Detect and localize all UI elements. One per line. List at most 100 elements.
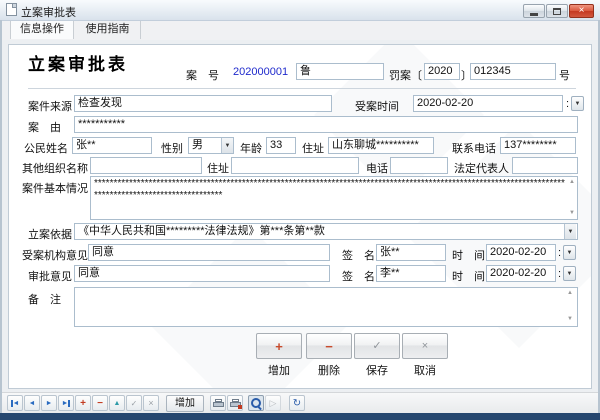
nav-last-button[interactable]: ► <box>58 395 74 411</box>
cause-label: 案 由 <box>28 119 61 135</box>
nav-next-icon: ► <box>46 400 53 407</box>
plus-icon: + <box>80 400 86 407</box>
chevron-down-icon: ▼ <box>567 271 573 277</box>
accept-time-label2: 时 间 <box>452 247 485 263</box>
maximize-icon <box>553 8 561 15</box>
approve-time-label: 时 间 <box>452 268 485 284</box>
chevron-down-icon: ▼ <box>575 101 581 107</box>
nav-first-button[interactable]: ◄ <box>7 395 23 411</box>
maximize-button[interactable] <box>546 4 568 18</box>
add-button-label: 增加 <box>256 362 302 378</box>
tab-user-guide[interactable]: 使用指南 <box>75 20 141 39</box>
add-button[interactable]: + <box>256 333 302 359</box>
check-icon: ✓ <box>372 341 381 352</box>
accept-sign-input[interactable]: 张** <box>376 244 446 261</box>
approve-opinion-input[interactable]: 同意 <box>74 265 330 282</box>
delete-button[interactable]: − <box>306 333 352 359</box>
case-year-input[interactable]: 2020 <box>424 63 460 80</box>
printer-icon <box>213 399 224 408</box>
accept-opinion-label: 受案机构意见 <box>22 247 88 263</box>
chevron-down-icon: ▼ <box>568 229 574 235</box>
case-mid-label: 罚案〔 <box>389 67 422 83</box>
nav-next-button[interactable]: ► <box>41 395 57 411</box>
cancel-button[interactable]: × <box>402 333 448 359</box>
case-no-label: 案 号 <box>186 67 219 83</box>
scroll-down-icon[interactable]: ▼ <box>567 316 573 322</box>
approve-opinion-label: 审批意见 <box>28 268 72 284</box>
scroll-up-icon[interactable]: ▲ <box>567 290 573 296</box>
last-bar-icon <box>68 400 70 407</box>
minus-icon: − <box>97 400 103 407</box>
org-phone-label: 电话 <box>366 160 388 176</box>
plus-icon: + <box>275 340 283 353</box>
printer-body <box>213 402 224 407</box>
nav-prior-icon: ◄ <box>29 400 36 407</box>
tab-info-operations[interactable]: 信息操作 <box>10 20 74 39</box>
toolbar-add-button[interactable]: 增加 <box>166 395 204 412</box>
gender-label: 性别 <box>161 140 183 156</box>
play-button[interactable]: ▷ <box>265 395 281 411</box>
app-icon-fold <box>12 4 16 8</box>
gender-dropdown-button[interactable]: ▼ <box>221 138 233 153</box>
cancel-button-label: 取消 <box>402 362 448 378</box>
magnifier-icon <box>250 397 262 409</box>
accept-opinion-time-colon: : <box>558 247 561 259</box>
address-input[interactable]: 山东聊城********** <box>328 137 434 154</box>
scroll-down-icon[interactable]: ▼ <box>569 210 575 216</box>
approve-opinion-time-input[interactable]: 2020-02-20 <box>486 265 556 282</box>
case-source-input[interactable]: 检查发现 <box>74 95 332 112</box>
edit-record-button[interactable]: ▲ <box>109 395 125 411</box>
org-address-input[interactable] <box>231 157 359 174</box>
accept-time-input[interactable]: 2020-02-20 <box>413 95 563 112</box>
accept-opinion-input[interactable]: 同意 <box>88 244 330 261</box>
nav-prior-button[interactable]: ◄ <box>24 395 40 411</box>
accept-time-label: 受案时间 <box>355 98 399 114</box>
save-button-label: 保存 <box>354 362 400 378</box>
cause-input[interactable]: *********** <box>74 116 578 133</box>
address-label: 住址 <box>302 140 324 156</box>
basic-info-textarea[interactable]: ****************************************… <box>90 176 578 220</box>
cancel-edit-button[interactable]: × <box>143 395 159 411</box>
nav-first-icon: ◄ <box>13 400 20 407</box>
legal-rep-input[interactable] <box>512 157 578 174</box>
case-region-input[interactable]: 鲁 <box>296 63 384 80</box>
age-label: 年龄 <box>240 140 262 156</box>
bottom-toolbar: ◄ ◄ ► ► + − ▲ ✓ × 增加 ▷ ↻ <box>2 392 598 414</box>
org-name-input[interactable] <box>90 157 202 174</box>
save-button[interactable]: ✓ <box>354 333 400 359</box>
filing-basis-dropdown-button[interactable]: ▼ <box>564 224 576 239</box>
delete-record-button[interactable]: − <box>92 395 108 411</box>
org-address-label: 住址 <box>207 160 229 176</box>
header-divider <box>28 88 576 89</box>
form-title: 立案审批表 <box>28 50 128 75</box>
minimize-button[interactable] <box>523 4 545 18</box>
application-window: 立案审批表 × 信息操作 使用指南 立案审批表 案 号 202000001 鲁 … <box>0 0 600 420</box>
org-name-label: 其他组织名称 <box>22 160 88 176</box>
window-border-bottom <box>0 413 600 420</box>
approve-sign-input[interactable]: 李** <box>376 265 446 282</box>
citizen-name-input[interactable]: 张** <box>72 137 152 154</box>
age-input[interactable]: 33 <box>266 137 296 154</box>
org-phone-input[interactable] <box>390 157 448 174</box>
delete-button-label: 删除 <box>306 362 352 378</box>
scroll-up-icon[interactable]: ▲ <box>569 179 575 185</box>
print-preview-button[interactable] <box>248 395 264 411</box>
print-alt-button[interactable] <box>227 395 243 411</box>
accept-opinion-time-dropdown[interactable]: ▼ <box>563 245 576 260</box>
contact-phone-input[interactable]: 137******** <box>500 137 576 154</box>
app-icon <box>6 3 17 16</box>
post-record-button[interactable]: ✓ <box>126 395 142 411</box>
close-button[interactable]: × <box>569 4 594 18</box>
filing-basis-select[interactable]: 《中华人民共和国*********法律法规》第***条第**款 <box>74 223 578 240</box>
case-serial-input[interactable]: 012345 <box>470 63 556 80</box>
refresh-button[interactable]: ↻ <box>289 395 305 411</box>
minimize-icon <box>530 13 538 16</box>
remarks-textarea[interactable] <box>74 287 578 327</box>
accept-time-dropdown-button[interactable]: ▼ <box>571 96 584 111</box>
accept-opinion-time-input[interactable]: 2020-02-20 <box>486 244 556 261</box>
insert-record-button[interactable]: + <box>75 395 91 411</box>
contact-phone-label: 联系电话 <box>452 140 496 156</box>
print-button[interactable] <box>210 395 226 411</box>
case-suffix-label: 号 <box>559 67 570 83</box>
approve-opinion-time-dropdown[interactable]: ▼ <box>563 266 576 281</box>
